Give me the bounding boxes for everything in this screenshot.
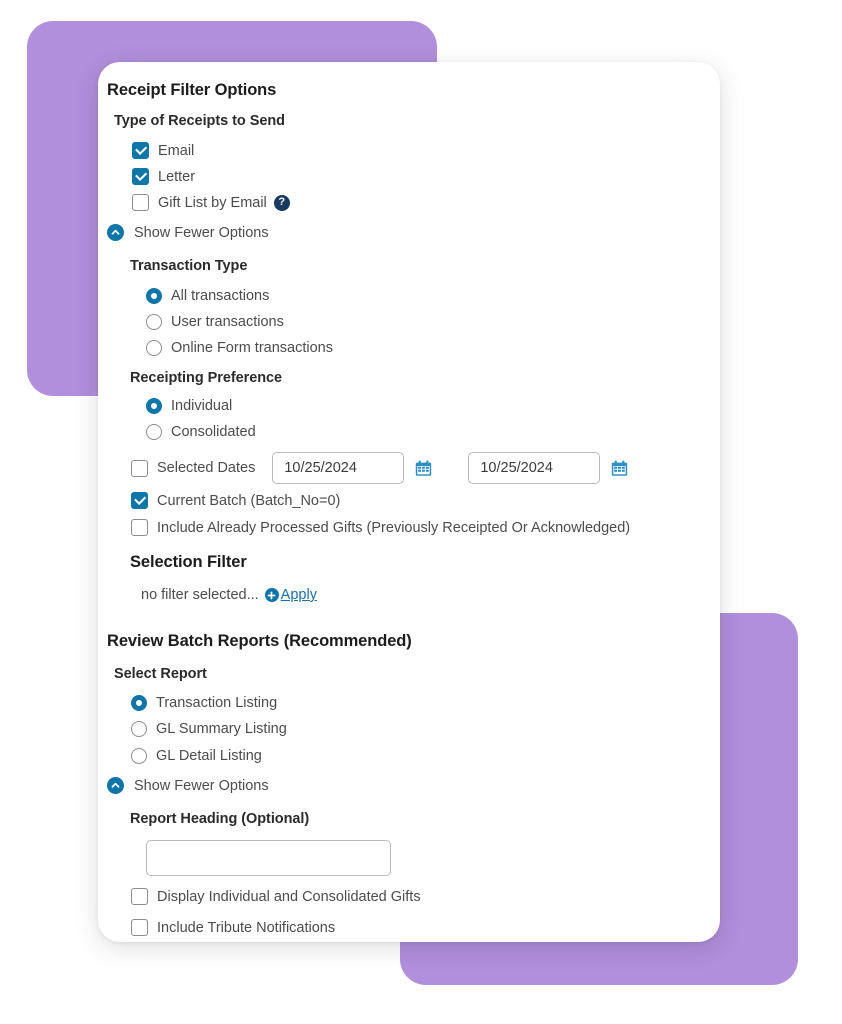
checkbox-gift-list-by-email-label: Gift List by Email xyxy=(158,194,267,211)
radio-row-gl-detail-listing[interactable]: GL Detail Listing xyxy=(131,748,262,764)
radio-row-user-transactions[interactable]: User transactions xyxy=(146,314,284,330)
transaction-type-label: Transaction Type xyxy=(130,258,248,274)
radio-gl-summary-listing[interactable] xyxy=(131,721,147,737)
checkbox-row-letter[interactable]: Letter xyxy=(132,168,195,185)
receipt-filter-options-title: Receipt Filter Options xyxy=(107,81,277,99)
radio-row-consolidated[interactable]: Consolidated xyxy=(146,424,256,440)
radio-gl-summary-listing-label: GL Summary Listing xyxy=(156,721,287,737)
receipting-preference-label: Receipting Preference xyxy=(130,370,283,386)
include-processed-gifts-row[interactable]: Include Already Processed Gifts (Previou… xyxy=(131,519,630,536)
calendar-icon-start[interactable] xyxy=(415,460,432,477)
selected-dates-row[interactable]: Selected Dates xyxy=(131,452,628,484)
radio-user-transactions[interactable] xyxy=(146,314,162,330)
calendar-icon-end[interactable] xyxy=(611,460,628,477)
radio-consolidated[interactable] xyxy=(146,424,162,440)
radio-all-transactions[interactable] xyxy=(146,288,162,304)
radio-all-transactions-label: All transactions xyxy=(171,288,270,304)
radio-row-all-transactions[interactable]: All transactions xyxy=(146,288,269,304)
radio-row-gl-summary-listing[interactable]: GL Summary Listing xyxy=(131,721,287,737)
radio-online-form-transactions[interactable] xyxy=(146,340,162,356)
show-fewer-options-label-report: Show Fewer Options xyxy=(134,777,269,794)
checkbox-selected-dates[interactable] xyxy=(131,459,148,477)
checkbox-current-batch-label: Current Batch (Batch_No=0) xyxy=(157,492,341,509)
radio-online-form-transactions-label: Online Form transactions xyxy=(171,340,333,356)
radio-consolidated-label: Consolidated xyxy=(171,424,256,440)
checkbox-include-processed-gifts-label: Include Already Processed Gifts (Previou… xyxy=(157,519,631,536)
radio-gl-detail-listing-label: GL Detail Listing xyxy=(156,748,262,764)
report-heading-input[interactable] xyxy=(146,840,391,876)
checkbox-display-individual-consolidated-label: Display Individual and Consolidated Gift… xyxy=(157,888,421,905)
show-fewer-options-toggle-report[interactable]: Show Fewer Options xyxy=(107,777,269,794)
receipt-options-card: Receipt Filter Options Type of Receipts … xyxy=(98,62,720,942)
checkbox-include-tribute-notifications-label: Include Tribute Notifications xyxy=(157,919,336,936)
no-filter-selected-text: no filter selected... xyxy=(141,587,259,603)
radio-user-transactions-label: User transactions xyxy=(171,314,284,330)
checkbox-include-tribute-notifications[interactable] xyxy=(131,919,148,936)
review-batch-reports-title: Review Batch Reports (Recommended) xyxy=(107,632,412,650)
checkbox-letter[interactable] xyxy=(132,168,149,185)
end-date-input[interactable] xyxy=(468,452,601,484)
radio-gl-detail-listing[interactable] xyxy=(131,748,147,764)
show-fewer-options-toggle-filter[interactable]: Show Fewer Options xyxy=(107,224,269,241)
checkbox-display-individual-consolidated[interactable] xyxy=(131,888,148,905)
show-fewer-options-label-filter: Show Fewer Options xyxy=(134,224,269,241)
radio-row-individual[interactable]: Individual xyxy=(146,398,232,414)
checkbox-gift-list-by-email[interactable] xyxy=(132,194,149,211)
checkbox-row-email[interactable]: Email xyxy=(132,142,194,159)
select-report-label: Select Report xyxy=(114,666,207,682)
display-individual-consolidated-row[interactable]: Display Individual and Consolidated Gift… xyxy=(131,888,421,905)
apply-filter-link[interactable]: Apply xyxy=(281,587,317,603)
checkbox-include-processed-gifts[interactable] xyxy=(131,519,148,536)
chevron-up-icon[interactable] xyxy=(107,777,124,794)
checkbox-letter-label: Letter xyxy=(158,168,196,185)
checkbox-email-label: Email xyxy=(158,142,195,159)
type-of-receipts-label: Type of Receipts to Send xyxy=(114,113,285,129)
include-tribute-notifications-row[interactable]: Include Tribute Notifications xyxy=(131,919,335,936)
radio-row-online-form-transactions[interactable]: Online Form transactions xyxy=(146,340,333,356)
plus-icon[interactable] xyxy=(264,588,279,602)
current-batch-row[interactable]: Current Batch (Batch_No=0) xyxy=(131,492,340,509)
checkbox-row-gift-list-by-email[interactable]: Gift List by Email ? xyxy=(132,194,290,211)
selected-dates-label: Selected Dates xyxy=(157,460,256,476)
selection-filter-status-row: no filter selected... Apply xyxy=(141,587,317,603)
checkbox-current-batch[interactable] xyxy=(131,492,148,509)
checkbox-email[interactable] xyxy=(132,142,149,159)
start-date-input[interactable] xyxy=(272,452,405,484)
selection-filter-title: Selection Filter xyxy=(130,553,247,571)
screenshot-stage: Receipt Filter Options Type of Receipts … xyxy=(0,0,842,1024)
radio-transaction-listing-label: Transaction Listing xyxy=(156,695,278,711)
chevron-up-icon[interactable] xyxy=(107,224,124,241)
radio-individual[interactable] xyxy=(146,398,162,414)
radio-individual-label: Individual xyxy=(171,398,233,414)
radio-transaction-listing[interactable] xyxy=(131,695,147,711)
radio-row-transaction-listing[interactable]: Transaction Listing xyxy=(131,695,277,711)
help-icon[interactable]: ? xyxy=(273,194,290,211)
report-heading-label: Report Heading (Optional) xyxy=(130,811,310,827)
